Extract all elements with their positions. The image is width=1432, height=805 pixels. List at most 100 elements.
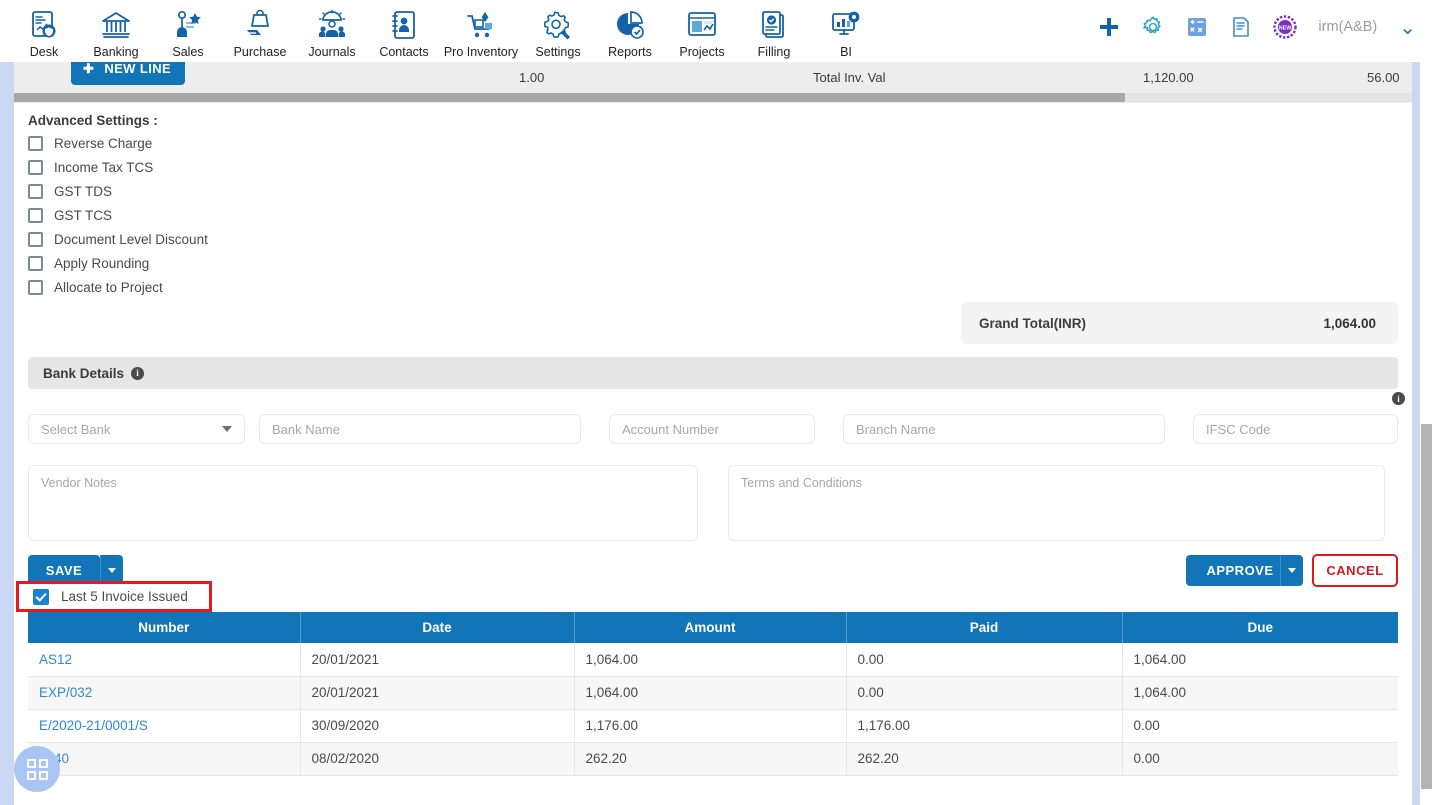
cell-amount: 1,064.00	[574, 676, 847, 710]
nav-item-reports[interactable]: Reports	[594, 2, 666, 59]
line-qty-value: 1.00	[519, 70, 545, 85]
approve-button[interactable]: APPROVE	[1186, 555, 1294, 586]
new-badge-icon[interactable]: NEW	[1272, 14, 1298, 40]
table-body: AS12 20/01/2021 1,064.00 0.00 1,064.00 EXP/03…	[28, 643, 1398, 776]
page-left-edge	[0, 62, 14, 805]
checkbox[interactable]	[28, 255, 43, 271]
total-inv-value: 1,120.00	[1143, 70, 1194, 85]
apps-grid-fab[interactable]	[14, 746, 60, 792]
column-header-due[interactable]: Due	[1122, 612, 1398, 643]
table-row[interactable]: E/2020-21/0001/S 30/09/2020 1,176.00 1,176.…	[28, 709, 1398, 743]
grid-cell	[38, 758, 48, 768]
grand-total-label: Grand Total(INR)	[979, 315, 1086, 331]
nav-item-journals[interactable]: Journals	[296, 2, 368, 59]
info-icon[interactable]: i	[131, 366, 145, 380]
checkbox[interactable]	[28, 159, 43, 175]
nav-item-banking[interactable]: Banking	[80, 2, 152, 59]
grand-total-value: 1,064.00	[1323, 315, 1376, 331]
vertical-scrollbar-thumb[interactable]	[1421, 424, 1432, 789]
svg-text:NEW: NEW	[1279, 26, 1292, 32]
nav-item-filling[interactable]: Filling	[738, 2, 810, 59]
chevron-down-icon	[1288, 568, 1296, 573]
purchase-icon	[243, 8, 277, 42]
cell-paid: 262.20	[846, 742, 1123, 776]
nav-item-contacts[interactable]: Contacts	[368, 2, 440, 59]
cell-amount: 262.20	[574, 742, 847, 776]
checkbox[interactable]	[28, 207, 43, 223]
nav-item-purchase[interactable]: Purchase	[224, 2, 296, 59]
chevron-down-icon	[108, 568, 116, 573]
column-header-amount[interactable]: Amount	[574, 612, 847, 643]
option-document-level-discount[interactable]: Document Level Discount	[28, 229, 208, 249]
checkbox[interactable]	[28, 135, 43, 151]
nav-item-pro-inventory[interactable]: Pro Inventory	[440, 2, 522, 59]
last-invoices-label: Last 5 Invoice Issued	[61, 589, 188, 604]
nav-item-sales[interactable]: Sales	[152, 2, 224, 59]
nav-item-label: BI	[840, 45, 852, 59]
invoice-number-link[interactable]: EXP/032	[39, 685, 92, 700]
last-invoices-checkbox[interactable]	[33, 588, 49, 605]
new-line-button[interactable]: ✚ NEW LINE	[71, 62, 186, 85]
gear-icon[interactable]	[1140, 14, 1166, 40]
option-reverse-charge[interactable]: Reverse Charge	[28, 133, 152, 153]
terms-and-conditions-textarea[interactable]: Terms and Conditions	[728, 465, 1385, 541]
grid-cell	[26, 770, 36, 780]
cell-date: 08/02/2020	[300, 742, 575, 776]
projects-icon	[685, 8, 719, 42]
branch-name-input[interactable]: Branch Name	[843, 414, 1165, 444]
cell-due: 0.00	[1122, 709, 1398, 743]
ifsc-code-input[interactable]: IFSC Code	[1193, 414, 1398, 444]
chevron-down-icon[interactable]: ⌄	[1399, 15, 1416, 40]
cell-number: 7540	[28, 742, 301, 776]
firm-name-label: irm(A&B)	[1318, 19, 1378, 35]
approve-dropdown-button[interactable]	[1280, 555, 1303, 586]
reports-icon	[613, 8, 647, 42]
calculator-icon[interactable]	[1184, 14, 1210, 40]
cancel-button[interactable]: CANCEL	[1312, 554, 1398, 587]
bank-details-title: Bank Details	[43, 365, 125, 381]
app-root: Desk Banking Sales Purchase Journals Contacts…	[0, 0, 1432, 805]
nav-item-label: Projects	[679, 45, 725, 59]
terms-info-icon[interactable]: i	[1392, 392, 1405, 405]
line-items-hscroll-thumb[interactable]	[14, 93, 1125, 102]
checkbox[interactable]	[28, 183, 43, 199]
option-label: GST TDS	[54, 183, 113, 199]
table-row[interactable]: 754008/02/2020262.20262.200.00	[28, 742, 1398, 776]
top-right-actions: NEW irm(A&B) ⌄	[1096, 14, 1416, 40]
invoice-number-link[interactable]: E/2020-21/0001/S	[39, 718, 148, 733]
checkbox[interactable]	[28, 231, 43, 247]
settings-icon	[541, 8, 575, 42]
add-icon[interactable]	[1096, 14, 1122, 40]
nav-item-label: Settings	[535, 45, 581, 59]
checkbox[interactable]	[28, 279, 43, 295]
table-row[interactable]: EXP/032 20/01/2021 1,064.00 0.00 1,064.00	[28, 676, 1398, 710]
desk-icon	[27, 8, 61, 42]
option-gst-tcs[interactable]: GST TCS	[28, 205, 112, 225]
option-apply-rounding[interactable]: Apply Rounding	[28, 253, 149, 273]
select-bank-dropdown[interactable]: Select Bank	[28, 414, 245, 444]
bank-details-header: Bank Details i	[28, 357, 1398, 389]
nav-item-desk[interactable]: Desk	[8, 2, 80, 59]
table-row[interactable]: AS12 20/01/2021 1,064.00 0.00 1,064.00	[28, 643, 1398, 677]
nav-item-label: Contacts	[379, 45, 429, 59]
option-allocate-to-project[interactable]: Allocate to Project	[28, 277, 163, 297]
nav-item-settings[interactable]: Settings	[522, 2, 594, 59]
option-income-tax-tcs[interactable]: Income Tax TCS	[28, 157, 153, 177]
option-gst-tds[interactable]: GST TDS	[28, 181, 112, 201]
cell-due: 1,064.00	[1122, 676, 1398, 710]
column-header-number[interactable]: Number	[28, 612, 301, 643]
account-number-input[interactable]: Account Number	[609, 414, 815, 444]
nav-item-label: Banking	[93, 45, 139, 59]
vendor-notes-textarea[interactable]: Vendor Notes	[28, 465, 698, 541]
nav-item-projects[interactable]: Projects	[666, 2, 738, 59]
column-header-date[interactable]: Date	[300, 612, 575, 643]
column-header-paid[interactable]: Paid	[846, 612, 1123, 643]
notes-icon[interactable]	[1228, 14, 1254, 40]
bank-icon	[99, 8, 133, 42]
nav-item-label: Reports	[608, 45, 652, 59]
contacts-icon	[387, 8, 421, 42]
nav-item-bi[interactable]: BI	[810, 2, 882, 59]
bank-name-input[interactable]: Bank Name	[259, 414, 581, 444]
cell-date: 30/09/2020	[300, 709, 575, 743]
invoice-number-link[interactable]: AS12	[39, 652, 72, 667]
